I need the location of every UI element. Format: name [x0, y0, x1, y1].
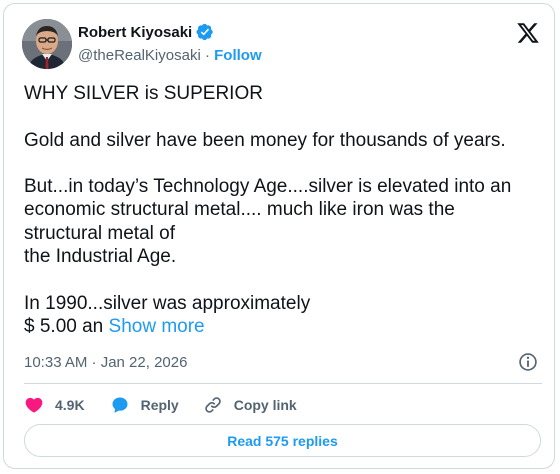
reply-label: Reply: [140, 397, 179, 413]
tweet-paragraph: WHY SILVER is SUPERIOR: [24, 82, 544, 105]
reply-button[interactable]: Reply: [110, 395, 179, 415]
follow-button[interactable]: Follow: [214, 47, 262, 64]
like-button[interactable]: 4.9K: [24, 395, 85, 415]
tweet-line: economic structural metal.... much like …: [24, 199, 455, 221]
tweet-paragraph: But...in today’s Technology Age....silve…: [24, 175, 544, 268]
copy-link-button[interactable]: Copy link: [203, 395, 297, 415]
tweet-card[interactable]: Robert Kiyosaki @theRealKiyosaki · Follo…: [3, 3, 555, 469]
tweet-line-truncated: $ 5.00 an Show more: [24, 315, 544, 338]
info-icon[interactable]: [518, 352, 538, 372]
tweet-line: Gold and silver have been money for thou…: [24, 129, 506, 151]
avatar[interactable]: [22, 19, 72, 69]
avatar-portrait-icon: [22, 19, 72, 69]
author-name-row[interactable]: Robert Kiyosaki: [78, 23, 214, 41]
like-count: 4.9K: [55, 397, 85, 413]
tweet-paragraph: In 1990...silver was approximately $ 5.0…: [24, 292, 544, 339]
tweet-line: In 1990...silver was approximately: [24, 292, 311, 314]
tweet-text: WHY SILVER is SUPERIOR Gold and silver h…: [24, 82, 544, 362]
verified-badge-icon: [196, 23, 213, 41]
tweet-line: WHY SILVER is SUPERIOR: [24, 83, 263, 104]
tweet-line: But...in today’s Technology Age....silve…: [24, 176, 512, 198]
read-replies-label: Read 575 replies: [227, 432, 338, 449]
read-replies-button[interactable]: Read 575 replies: [24, 424, 541, 457]
speech-bubble-icon: [112, 397, 128, 413]
handle-separator: ·: [204, 47, 210, 64]
divider: [24, 383, 542, 384]
heart-icon: [25, 397, 43, 413]
tweet-line-text: $ 5.00 an: [24, 315, 109, 337]
author-handle-row: @theRealKiyosaki · Follow: [78, 47, 262, 64]
author-handle[interactable]: @theRealKiyosaki: [78, 47, 201, 64]
tweet-timestamp[interactable]: 10:33 AM · Jan 22, 2026: [24, 354, 187, 371]
tweet-line: the Industrial Age.: [24, 246, 177, 268]
tweet-line: structural metal of: [24, 222, 175, 244]
action-bar: 4.9K Reply Copy link: [24, 392, 297, 418]
link-icon: [204, 397, 221, 413]
author-display-name[interactable]: Robert Kiyosaki: [78, 24, 192, 41]
show-more-link[interactable]: Show more: [109, 316, 205, 337]
copy-link-label: Copy link: [233, 397, 297, 413]
x-logo-icon[interactable]: [516, 21, 540, 45]
tweet-paragraph: Gold and silver have been money for thou…: [24, 129, 544, 152]
